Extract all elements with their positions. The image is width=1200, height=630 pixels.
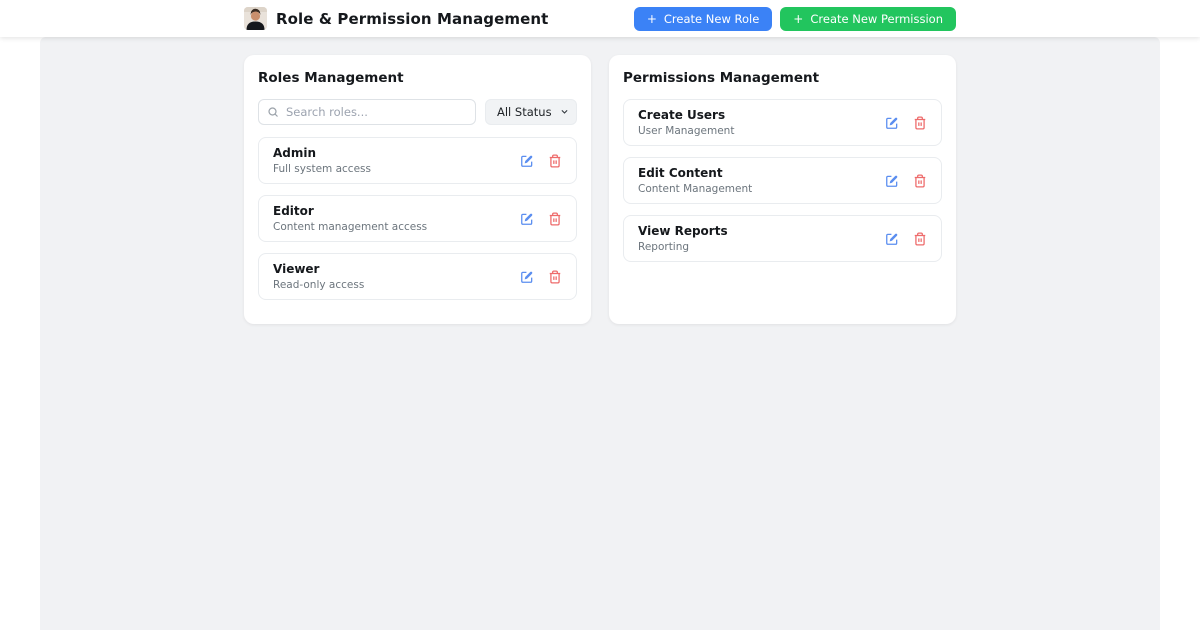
permission-item-view-reports: View Reports Reporting [623,215,942,262]
permissions-list: Create Users User Management Edit Conten… [623,99,942,262]
create-new-permission-button[interactable]: + Create New Permission [780,6,956,31]
search-roles-input[interactable] [258,99,476,125]
role-description: Read-only access [273,279,365,291]
trash-icon [549,154,561,167]
roles-management-card: Roles Management All Status [244,55,591,324]
delete-role-button[interactable] [548,270,562,284]
edit-icon [886,175,898,187]
edit-icon [521,271,533,283]
delete-role-button[interactable] [548,154,562,168]
trash-icon [549,212,561,225]
edit-icon [521,213,533,225]
edit-permission-button[interactable] [885,174,899,188]
role-name: Admin [273,146,317,160]
delete-role-button[interactable] [548,212,562,226]
avatar-image [244,7,267,30]
create-new-permission-label: Create New Permission [810,11,943,26]
permission-category: Content Management [638,183,753,195]
role-item-viewer: Viewer Read-only access [258,253,577,300]
role-item-editor: Editor Content management access [258,195,577,242]
permission-item-edit-content: Edit Content Content Management [623,157,942,204]
edit-icon [521,155,533,167]
delete-permission-button[interactable] [913,116,927,130]
plus-icon: + [646,11,657,26]
role-name: Viewer [273,262,320,276]
roles-list: Admin Full system access Editor Content … [258,137,577,300]
trash-icon [914,116,926,129]
page-title: Role & Permission Management [276,9,549,28]
trash-icon [914,174,926,187]
permissions-card-title: Permissions Management [623,70,820,86]
roles-card-title: Roles Management [258,70,404,86]
delete-permission-button[interactable] [913,232,927,246]
trash-icon [914,232,926,245]
main-content-panel: Roles Management All Status [40,37,1160,630]
permission-item-create-users: Create Users User Management [623,99,942,146]
role-name: Editor [273,204,314,218]
user-avatar [244,7,267,30]
app-header: Role & Permission Management + Create Ne… [0,0,1200,37]
permissions-management-card: Permissions Management Create Users User… [609,55,956,324]
permission-category: User Management [638,125,735,137]
edit-icon [886,233,898,245]
role-item-admin: Admin Full system access [258,137,577,184]
role-description: Content management access [273,221,428,233]
edit-icon [886,117,898,129]
permission-name: Edit Content [638,166,723,180]
permission-name: View Reports [638,224,728,238]
status-filter-select[interactable]: All Status [485,99,577,125]
edit-role-button[interactable] [520,270,534,284]
create-new-role-button[interactable]: + Create New Role [633,6,773,31]
edit-role-button[interactable] [520,212,534,226]
delete-permission-button[interactable] [913,174,927,188]
edit-permission-button[interactable] [885,232,899,246]
trash-icon [549,270,561,283]
search-icon [268,107,278,117]
plus-icon: + [793,11,804,26]
permission-category: Reporting [638,241,690,253]
edit-permission-button[interactable] [885,116,899,130]
permission-name: Create Users [638,108,726,122]
create-new-role-label: Create New Role [663,11,760,26]
role-description: Full system access [273,163,371,175]
edit-role-button[interactable] [520,154,534,168]
